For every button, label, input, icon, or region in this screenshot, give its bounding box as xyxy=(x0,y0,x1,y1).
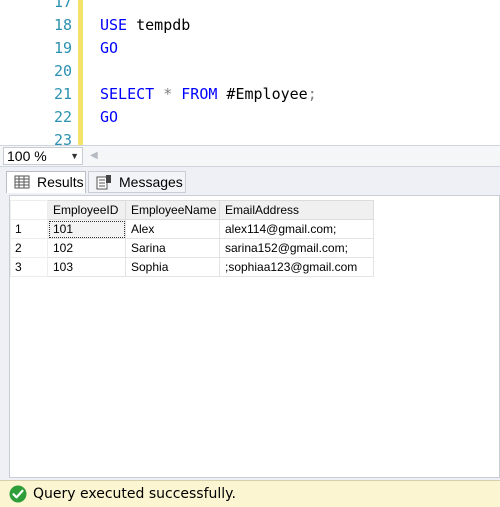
status-bar: Query executed successfully. xyxy=(0,480,500,507)
grid-cell[interactable]: Sophia xyxy=(125,257,220,277)
code-line[interactable]: 23 xyxy=(0,129,500,145)
scroll-left-icon[interactable]: ◀ xyxy=(90,150,98,161)
table-row: 3 103 Sophia ;sophiaa123@gmail.com xyxy=(10,257,374,277)
code-token: #Employee xyxy=(217,85,308,103)
code-token: * xyxy=(154,85,182,103)
tab-messages-label: Messages xyxy=(119,174,183,190)
grid-cell[interactable]: alex114@gmail.com; xyxy=(219,219,374,239)
code-line[interactable]: 18 USE tempdb xyxy=(0,14,500,37)
table-row: 2 102 Sarina sarina152@gmail.com; xyxy=(10,238,374,258)
table-row: 1 101 Alex alex114@gmail.com; xyxy=(10,219,374,239)
tab-results[interactable]: Results xyxy=(6,171,86,193)
line-number: 18 xyxy=(53,16,72,34)
query-editor[interactable]: 17 18 USE tempdb 19 GO 20 21 SELECT * FROM #Emp… xyxy=(0,0,500,145)
line-number: 19 xyxy=(53,39,72,57)
line-number: 20 xyxy=(53,62,72,80)
grid-icon xyxy=(14,175,30,189)
column-header[interactable]: EmailAddress xyxy=(219,200,374,220)
code-text: USE tempdb xyxy=(100,14,190,37)
chevron-down-icon[interactable]: ▼ xyxy=(70,148,79,165)
messages-icon xyxy=(96,175,111,190)
zoom-select[interactable]: 100 % ▼ xyxy=(3,147,83,165)
results-grid[interactable]: EmployeeID EmployeeName EmailAddress 1 1… xyxy=(10,200,374,277)
column-header[interactable]: EmployeeName xyxy=(125,200,220,220)
code-line[interactable]: 17 xyxy=(0,0,500,14)
code-line[interactable]: 19 GO xyxy=(0,37,500,60)
row-number[interactable]: 1 xyxy=(10,219,48,239)
tab-results-label: Results xyxy=(37,174,84,190)
grid-cell[interactable]: ;sophiaa123@gmail.com xyxy=(219,257,374,277)
code-token: tempdb xyxy=(127,16,191,34)
code-token: SELECT xyxy=(100,85,155,103)
code-token: GO xyxy=(100,39,119,57)
line-number: 21 xyxy=(53,85,72,103)
grid-cell[interactable]: 101 xyxy=(47,219,126,239)
code-line[interactable]: 21 SELECT * FROM #Employee; xyxy=(0,83,500,106)
code-text: SELECT * FROM #Employee; xyxy=(100,83,317,106)
line-number: 17 xyxy=(53,0,72,11)
line-number: 22 xyxy=(53,108,72,126)
code-token: GO xyxy=(100,108,119,126)
line-number: 23 xyxy=(53,131,72,145)
column-header[interactable]: EmployeeID xyxy=(47,200,126,220)
row-number[interactable]: 3 xyxy=(10,257,48,277)
tab-messages[interactable]: Messages xyxy=(88,171,186,193)
grid-cell[interactable]: Alex xyxy=(125,219,220,239)
grid-cell[interactable]: 102 xyxy=(47,238,126,258)
grid-cell[interactable]: sarina152@gmail.com; xyxy=(219,238,374,258)
grid-header-row: EmployeeID EmployeeName EmailAddress xyxy=(10,200,374,220)
check-circle-icon xyxy=(9,485,27,503)
code-token: ; xyxy=(307,85,317,103)
code-text: GO xyxy=(100,106,118,129)
code-token: FROM xyxy=(181,85,218,103)
code-line[interactable]: 20 xyxy=(0,60,500,83)
results-tab-strip: Results Messages xyxy=(0,167,500,195)
status-message: Query executed successfully. xyxy=(33,486,236,502)
code-token: USE xyxy=(100,16,128,34)
row-number[interactable]: 2 xyxy=(10,238,48,258)
grid-cell[interactable]: Sarina xyxy=(125,238,220,258)
code-text: GO xyxy=(100,37,118,60)
zoom-bar: 100 % ▼ ◀ xyxy=(0,145,500,167)
row-header-corner[interactable] xyxy=(10,200,48,220)
grid-cell[interactable]: 103 xyxy=(47,257,126,277)
code-line[interactable]: 22 GO xyxy=(0,106,500,129)
results-grid-pane[interactable]: EmployeeID EmployeeName EmailAddress 1 1… xyxy=(9,195,500,478)
zoom-value: 100 % xyxy=(7,148,47,164)
